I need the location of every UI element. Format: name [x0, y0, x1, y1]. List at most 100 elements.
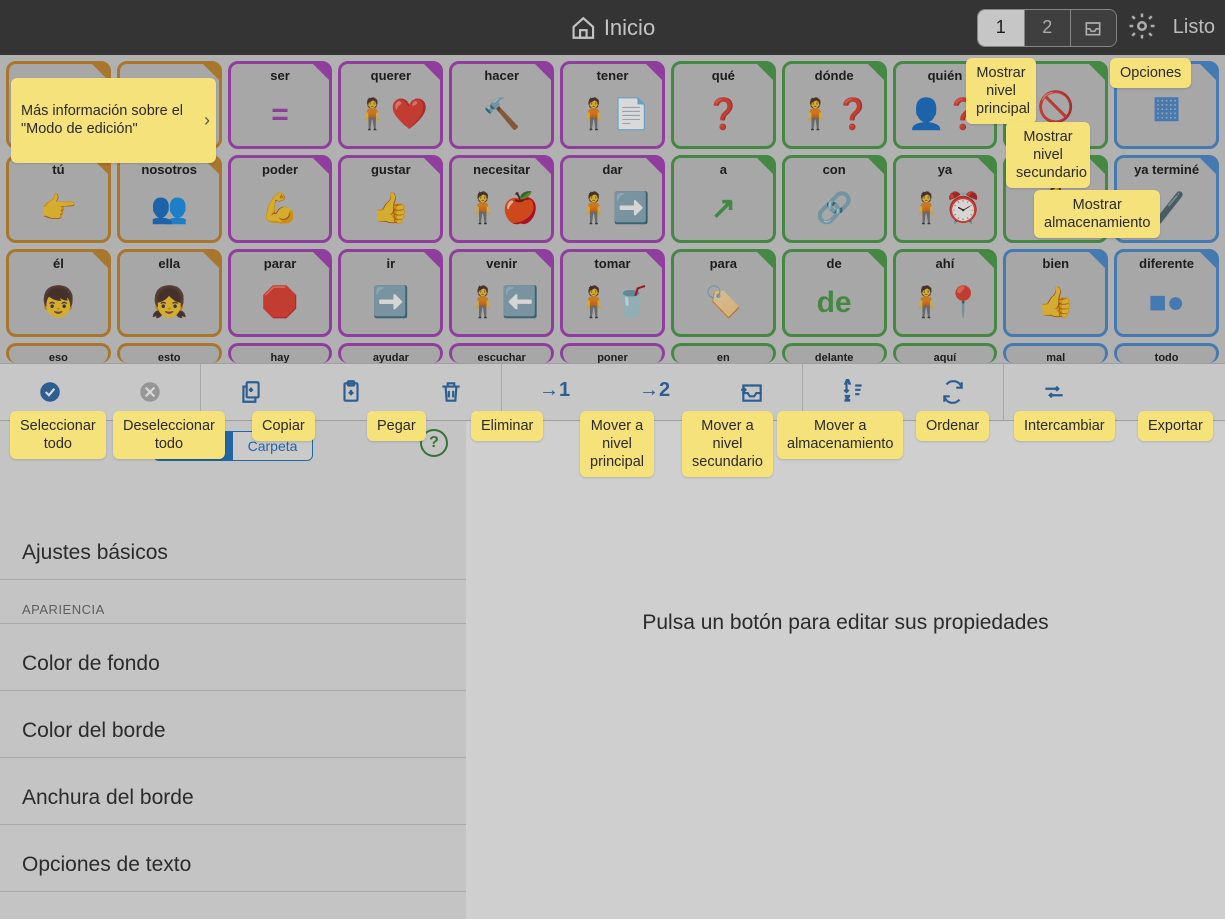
inbox-icon	[1083, 18, 1103, 38]
symbol-glyph: 🧍❤️	[354, 83, 429, 146]
level-1-button[interactable]: 1	[978, 10, 1024, 46]
symbol-cell-peek[interactable]: en	[671, 343, 776, 363]
header-title: Inicio	[570, 15, 655, 41]
symbol-cell-peek[interactable]: escuchar	[449, 343, 554, 363]
symbol-label: tomar	[594, 256, 630, 271]
symbol-glyph: 👍	[372, 177, 409, 240]
symbol-cell[interactable]: hacer🔨	[449, 61, 554, 149]
done-button[interactable]: Listo	[1173, 16, 1215, 39]
symbol-cell[interactable]: ir➡️	[338, 249, 443, 337]
symbol-cell-peek[interactable]: poner	[560, 343, 665, 363]
symbol-cell-peek[interactable]: todo	[1114, 343, 1219, 363]
display-row[interactable]: Visualización	[0, 892, 466, 919]
symbol-cell-peek[interactable]: delante	[782, 343, 887, 363]
symbol-cell[interactable]: ser=	[228, 61, 333, 149]
symbol-label: quién	[928, 68, 963, 83]
properties-sidebar: Botón Carpeta ? Ajustes básicos APARIENC…	[0, 421, 466, 919]
app-header: Inicio 1 2 Listo	[0, 0, 1225, 55]
settings-button[interactable]	[1123, 7, 1161, 48]
tip-level-secondary: Mostrar nivel secundario	[1006, 122, 1090, 188]
tip-move-primary: Mover a nivel principal	[580, 411, 654, 477]
symbol-cell-peek[interactable]: hay	[228, 343, 333, 363]
symbol-cell[interactable]: tener🧍📄	[560, 61, 665, 149]
symbol-label: ser	[270, 68, 290, 83]
tip-edit-mode-info[interactable]: Más información sobre el "Modo de edició…	[11, 78, 216, 163]
symbol-glyph: 🏷️	[705, 271, 742, 334]
symbol-cell[interactable]: tú👉	[6, 155, 111, 243]
symbol-label: ir	[387, 256, 396, 271]
symbol-glyph: ➡️	[372, 271, 409, 334]
symbol-glyph: =	[271, 83, 289, 146]
symbol-cell[interactable]: ella👧	[117, 249, 222, 337]
tip-select-all: Seleccionar todo	[10, 411, 106, 459]
symbol-label: ya	[938, 162, 952, 177]
symbol-cell[interactable]: venir🧍⬅️	[449, 249, 554, 337]
symbol-label: bien	[1042, 256, 1069, 271]
symbol-cell[interactable]: dar🧍➡️	[560, 155, 665, 243]
symbol-cell[interactable]: necesitar🧍🍎	[449, 155, 554, 243]
symbol-glyph: 🧍📍	[908, 271, 983, 334]
symbol-glyph: 👥	[151, 177, 188, 240]
tip-export: Exportar	[1138, 411, 1213, 441]
symbol-cell-peek[interactable]: esto	[117, 343, 222, 363]
symbol-cell[interactable]: diferente■●	[1114, 249, 1219, 337]
symbol-cell[interactable]: para🏷️	[671, 249, 776, 337]
storage-button[interactable]	[1070, 10, 1116, 46]
header-level-segment: 1 2	[977, 9, 1117, 47]
border-color-row[interactable]: Color del borde	[0, 691, 466, 758]
symbol-cell[interactable]: dónde🧍❓	[782, 61, 887, 149]
symbol-cell[interactable]: parar🛑	[228, 249, 333, 337]
symbol-glyph: 🧍❓	[797, 83, 872, 146]
basic-settings-row[interactable]: Ajustes básicos	[0, 495, 466, 580]
text-options-row[interactable]: Opciones de texto	[0, 825, 466, 892]
symbol-glyph: 👉	[40, 177, 77, 240]
symbol-label: querer	[371, 68, 411, 83]
tip-move-storage: Mover a almacenamiento	[777, 411, 903, 459]
symbol-glyph: 🔗	[815, 177, 852, 240]
symbol-cell-peek[interactable]: mal	[1003, 343, 1108, 363]
symbol-label: en	[717, 352, 730, 363]
symbol-cell[interactable]: nosotros👥	[117, 155, 222, 243]
symbol-cell[interactable]: tomar🧍🥤	[560, 249, 665, 337]
symbol-cell-peek[interactable]: eso	[6, 343, 111, 363]
move-storage-icon	[739, 379, 765, 405]
symbol-label: tú	[52, 162, 64, 177]
tip-paste: Pegar	[367, 411, 426, 441]
level-2-button[interactable]: 2	[1024, 10, 1070, 46]
symbol-cell[interactable]: bien👍	[1003, 249, 1108, 337]
symbol-label: nosotros	[141, 162, 197, 177]
symbol-label: poner	[597, 352, 628, 363]
symbol-cell[interactable]: dede	[782, 249, 887, 337]
symbol-cell[interactable]: ya🧍⏰	[893, 155, 998, 243]
symbol-cell[interactable]: qué❓	[671, 61, 776, 149]
symbol-label: ella	[158, 256, 180, 271]
symbol-label: parar	[264, 256, 297, 271]
symbol-cell[interactable]: ahí🧍📍	[893, 249, 998, 337]
home-icon	[570, 15, 596, 41]
symbol-label: gustar	[371, 162, 411, 177]
symbol-cell[interactable]: a↗	[671, 155, 776, 243]
symbol-cell[interactable]: poder💪	[228, 155, 333, 243]
symbol-label: diferente	[1139, 256, 1194, 271]
tip-show-storage: Mostrar almacenamiento	[1034, 190, 1160, 238]
symbol-cell[interactable]: él👦	[6, 249, 111, 337]
symbol-cell[interactable]: querer🧍❤️	[338, 61, 443, 149]
deselect-all-icon	[137, 379, 163, 405]
bg-color-row[interactable]: Color de fondo	[0, 624, 466, 691]
symbol-label: dónde	[815, 68, 854, 83]
swap-icon	[940, 379, 966, 405]
border-width-row[interactable]: Anchura del borde	[0, 758, 466, 825]
detail-placeholder-text: Pulsa un botón para editar sus propiedad…	[642, 611, 1048, 635]
symbol-label: delante	[815, 352, 854, 363]
symbol-cell-peek[interactable]: aquí	[893, 343, 998, 363]
symbol-cell[interactable]: con🔗	[782, 155, 887, 243]
symbol-glyph: ❓	[705, 83, 742, 146]
symbol-glyph: 🧍🍎	[464, 177, 539, 240]
symbol-label: a	[720, 162, 727, 177]
paste-icon	[338, 379, 364, 405]
symbol-glyph: ↗	[711, 177, 736, 240]
chevron-right-icon: ›	[204, 109, 210, 132]
symbol-cell-peek[interactable]: ayudar	[338, 343, 443, 363]
symbol-cell[interactable]: gustar👍	[338, 155, 443, 243]
tip-swap: Intercambiar	[1014, 411, 1115, 441]
